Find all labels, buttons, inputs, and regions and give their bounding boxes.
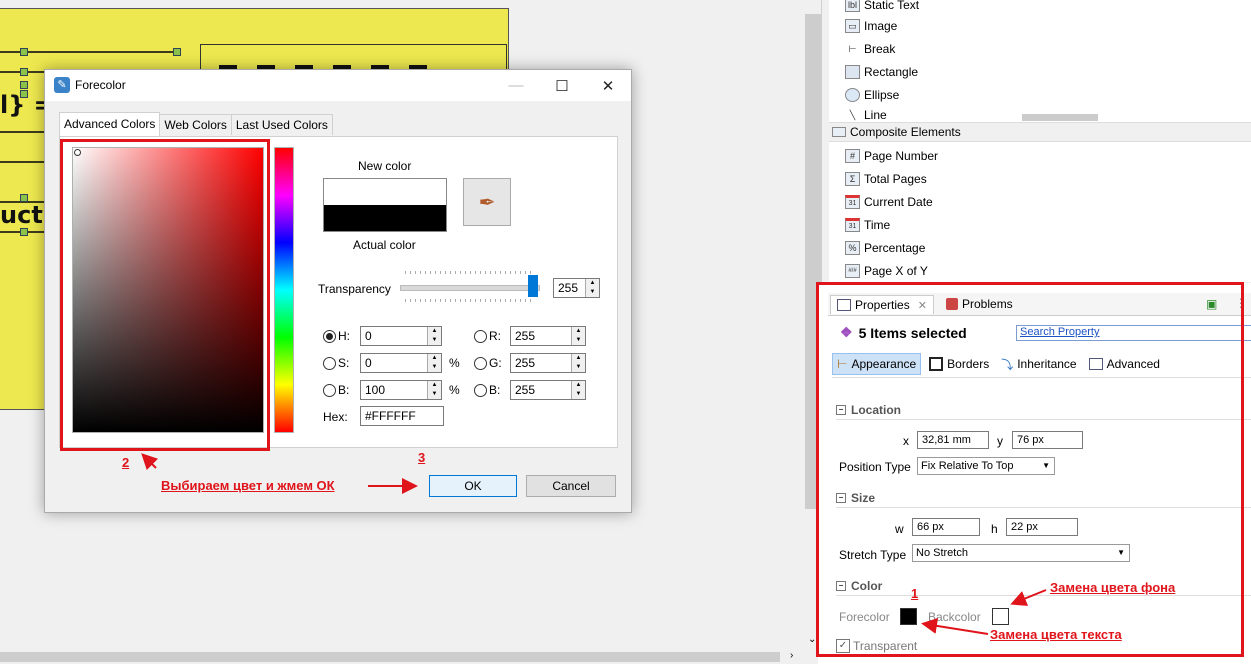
arrow-to-picker	[141, 453, 159, 471]
arrow-to-forecolor	[921, 617, 989, 635]
arrow-to-backcolor	[1010, 589, 1047, 606]
annotation-arrows	[141, 453, 1047, 635]
